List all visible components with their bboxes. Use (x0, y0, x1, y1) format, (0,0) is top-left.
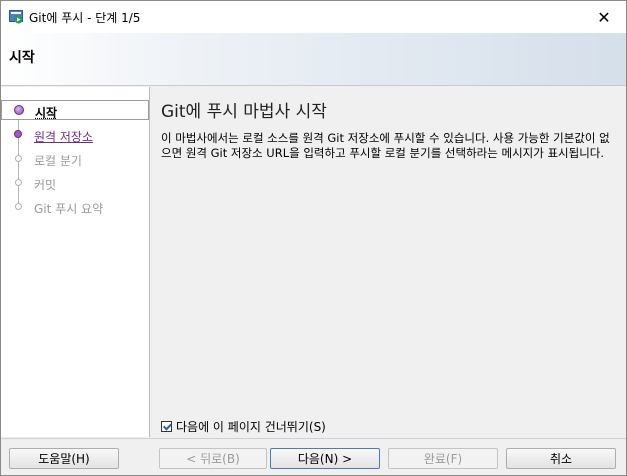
step-local-branch: 로컬 분기 (1, 149, 149, 169)
page-title: 시작 (9, 50, 35, 66)
step-commit: 커밋 (1, 173, 149, 193)
step-label: 원격 저장소 (34, 130, 94, 144)
close-button[interactable]: ✕ (582, 1, 626, 33)
skip-page-option[interactable]: 다음에 이 페이지 건너뛰기(S) (161, 418, 326, 435)
step-pending-icon (15, 155, 22, 162)
skip-page-checkbox[interactable] (161, 421, 172, 432)
skip-page-label: 다음에 이 페이지 건너뛰기(S) (176, 420, 326, 434)
content-description: 이 마법사에서는 로컬 소스를 원격 Git 저장소에 푸시할 수 있습니다. … (161, 131, 610, 160)
wizard-footer: 도움말(H) < 뒤로(B) 다음(N) > 완료(F) 취소 (1, 438, 626, 476)
window-title: Git에 푸시 - 단계 1/5 (29, 11, 141, 25)
help-button[interactable]: 도움말(H) (9, 448, 119, 469)
next-button[interactable]: 다음(N) > (270, 448, 380, 469)
step-pending-icon (15, 179, 22, 186)
step-remote-repository[interactable]: 원격 저장소 (1, 125, 149, 145)
step-label: 로컬 분기 (34, 154, 82, 168)
push-to-git-wizard-dialog: Git에 푸시 - 단계 1/5 ✕ 시작 시작 원격 저장소 로컬 분기 커밋… (0, 0, 627, 476)
wizard-app-icon (9, 10, 23, 24)
step-label: 커밋 (34, 178, 57, 192)
wizard-content: Git에 푸시 마법사 시작 이 마법사에서는 로컬 소스를 원격 Git 저장… (151, 87, 626, 437)
title-bar: Git에 푸시 - 단계 1/5 ✕ (1, 1, 626, 33)
back-button[interactable]: < 뒤로(B) (159, 448, 267, 469)
cancel-button[interactable]: 취소 (506, 448, 616, 469)
wizard-steps-nav: 시작 원격 저장소 로컬 분기 커밋 Git 푸시 요약 (1, 87, 150, 437)
step-label: Git 푸시 요약 (34, 202, 104, 216)
current-step-icon (14, 105, 24, 115)
content-title: Git에 푸시 마법사 시작 (161, 102, 327, 122)
wizard-header: 시작 (1, 33, 626, 86)
step-label: 시작 (35, 106, 58, 120)
close-icon: ✕ (597, 7, 611, 27)
step-available-icon (14, 130, 22, 138)
step-git-push-summary: Git 푸시 요약 (1, 197, 149, 217)
step-start[interactable]: 시작 (1, 100, 149, 120)
step-pending-icon (15, 203, 22, 210)
finish-button[interactable]: 완료(F) (388, 448, 498, 469)
